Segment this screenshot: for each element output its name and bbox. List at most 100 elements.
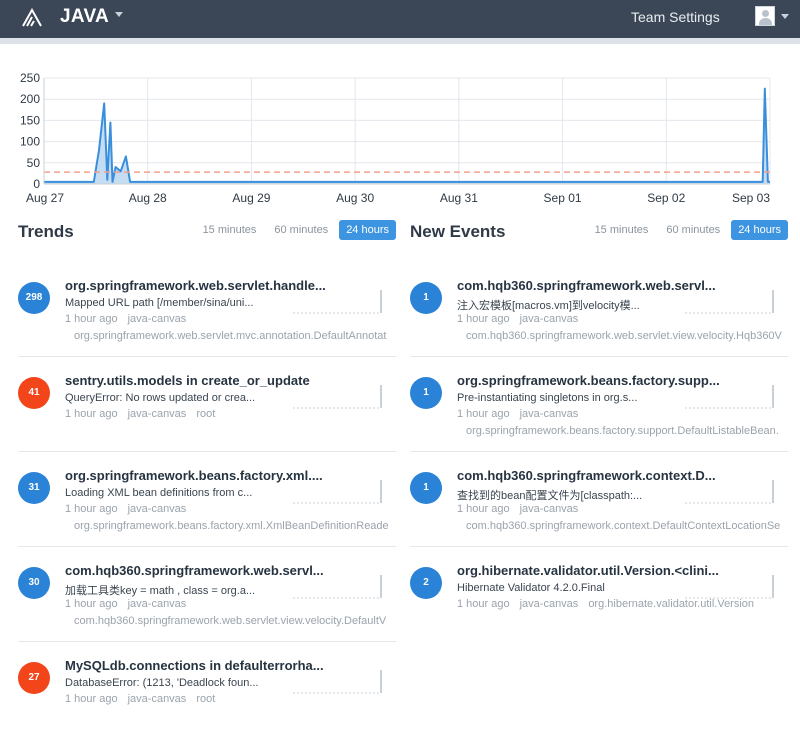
list-item[interactable]: 31 org.springframework.beans.factory.xml.… bbox=[18, 452, 396, 547]
event-time: 1 hour ago bbox=[65, 503, 118, 515]
event-count-badge[interactable]: 30 bbox=[18, 567, 50, 599]
project-name: JAVA bbox=[60, 6, 110, 27]
event-time: 1 hour ago bbox=[457, 598, 510, 610]
list-item[interactable]: 1 com.hqb360.springframework.context.D...… bbox=[410, 452, 788, 547]
event-sparkline bbox=[293, 480, 382, 504]
x-tick-label: Aug 31 bbox=[440, 191, 478, 205]
event-message: 加载工具类key = math , class = org.a... bbox=[65, 585, 256, 597]
event-sparkline bbox=[685, 385, 774, 409]
event-sparkline bbox=[293, 670, 382, 694]
event-meta: 1 hour ago java-canvas bbox=[457, 408, 588, 420]
event-project: java-canvas bbox=[519, 598, 579, 610]
new-events-tabs: 15 minutes 60 minutes 24 hours bbox=[584, 220, 788, 240]
event-time: 1 hour ago bbox=[457, 408, 510, 420]
event-time: 1 hour ago bbox=[65, 408, 118, 420]
event-message: QueryError: No rows updated or crea... bbox=[65, 392, 256, 404]
x-tick-label: Aug 27 bbox=[26, 191, 64, 205]
event-meta: 1 hour ago java-canvas bbox=[65, 503, 196, 515]
event-meta: 1 hour ago java-canvas root bbox=[65, 693, 225, 705]
event-culprit: com.hqb360.springframework.web.servlet.v… bbox=[466, 330, 782, 342]
event-count-badge[interactable]: 1 bbox=[410, 472, 442, 504]
event-meta: 1 hour ago java-canvas bbox=[457, 503, 588, 515]
chevron-down-icon bbox=[781, 14, 789, 19]
event-sparkline bbox=[685, 575, 774, 599]
project-selector[interactable]: JAVA bbox=[60, 6, 124, 28]
event-message: DatabaseError: (1213, 'Deadlock foun... bbox=[65, 677, 259, 689]
tab-15-minutes[interactable]: 15 minutes bbox=[196, 220, 264, 240]
event-culprit: com.hqb360.springframework.web.servlet.v… bbox=[74, 615, 387, 627]
x-tick-label: Aug 28 bbox=[129, 191, 167, 205]
event-project: java-canvas bbox=[127, 598, 187, 610]
event-time: 1 hour ago bbox=[457, 313, 510, 325]
trends-title: Trends bbox=[18, 222, 74, 241]
new-events-title: New Events bbox=[410, 222, 506, 241]
event-project: java-canvas bbox=[519, 408, 579, 420]
trends-tabs: 15 minutes 60 minutes 24 hours bbox=[192, 220, 396, 240]
trends-panel: Trends 15 minutes 60 minutes 24 hours 29… bbox=[18, 220, 396, 737]
event-time: 1 hour ago bbox=[65, 313, 118, 325]
event-message: 注入宏模板[macros.vm]到velocity模... bbox=[457, 300, 640, 312]
event-count-badge[interactable]: 1 bbox=[410, 282, 442, 314]
y-tick-label: 100 bbox=[20, 135, 40, 149]
tab-24-hours[interactable]: 24 hours bbox=[731, 220, 788, 240]
event-message: Mapped URL path [/member/sina/uni... bbox=[65, 297, 254, 309]
event-sparkline bbox=[685, 480, 774, 504]
list-item[interactable]: 41 sentry.utils.models in create_or_updat… bbox=[18, 357, 396, 452]
event-sparkline bbox=[293, 385, 382, 409]
sentry-logo-icon[interactable] bbox=[20, 6, 44, 30]
event-volume-chart: 0 50 100 150 200 250 Aug 27 Aug 28 Aug 29 Aug 30 A… bbox=[20, 71, 771, 205]
team-settings-link[interactable]: Team Settings bbox=[631, 9, 720, 25]
x-tick-label: Sep 03 bbox=[732, 191, 770, 205]
x-tick-label: Aug 30 bbox=[336, 191, 374, 205]
event-project: java-canvas bbox=[519, 503, 579, 515]
y-tick-label: 250 bbox=[20, 71, 40, 85]
event-project: java-canvas bbox=[127, 408, 187, 420]
list-item[interactable]: 27 MySQLdb.connections in defaulterrorha.… bbox=[18, 642, 396, 737]
event-message: Loading XML bean definitions from c... bbox=[65, 487, 253, 499]
event-count-badge[interactable]: 1 bbox=[410, 377, 442, 409]
event-meta: 1 hour ago java-canvas bbox=[457, 313, 588, 325]
new-events-panel: New Events 15 minutes 60 minutes 24 hour… bbox=[410, 220, 788, 642]
tab-15-minutes[interactable]: 15 minutes bbox=[588, 220, 656, 240]
event-meta: 1 hour ago java-canvas root bbox=[65, 408, 225, 420]
event-extra: org.hibernate.validator.util.Version bbox=[588, 598, 755, 610]
list-item[interactable]: 2 org.hibernate.validator.util.Version.<c… bbox=[410, 547, 788, 642]
top-bar-shadow bbox=[0, 38, 800, 44]
trends-list: 298 org.springframework.web.servlet.handl… bbox=[18, 262, 396, 737]
event-message: 查找到的bean配置文件为[classpath:... bbox=[457, 490, 643, 502]
x-tick-label: Aug 29 bbox=[232, 191, 270, 205]
event-project: java-canvas bbox=[127, 503, 187, 515]
event-count-badge[interactable]: 31 bbox=[18, 472, 50, 504]
x-tick-label: Sep 02 bbox=[647, 191, 685, 205]
event-count-badge[interactable]: 2 bbox=[410, 567, 442, 599]
top-bar: JAVA Team Settings bbox=[0, 0, 800, 38]
event-extra: root bbox=[196, 408, 216, 420]
list-item[interactable]: 1 org.springframework.beans.factory.supp.… bbox=[410, 357, 788, 452]
event-meta: 1 hour ago java-canvas org.hibernate.valid… bbox=[457, 598, 764, 610]
event-count-badge[interactable]: 41 bbox=[18, 377, 50, 409]
list-item[interactable]: 1 com.hqb360.springframework.web.servl...… bbox=[410, 262, 788, 357]
event-count-badge[interactable]: 298 bbox=[18, 282, 50, 314]
event-culprit: org.springframework.beans.factory.xml.Xm… bbox=[74, 520, 389, 532]
event-message: Hibernate Validator 4.2.0.Final bbox=[457, 582, 605, 594]
event-count-badge[interactable]: 27 bbox=[18, 662, 50, 694]
avatar[interactable] bbox=[755, 6, 775, 26]
event-meta: 1 hour ago java-canvas bbox=[65, 313, 196, 325]
event-extra: root bbox=[196, 693, 216, 705]
event-project: java-canvas bbox=[519, 313, 579, 325]
chevron-down-icon bbox=[115, 12, 124, 18]
tab-60-minutes[interactable]: 60 minutes bbox=[267, 220, 335, 240]
event-time: 1 hour ago bbox=[65, 693, 118, 705]
list-item[interactable]: 30 com.hqb360.springframework.web.servl..… bbox=[18, 547, 396, 642]
event-project: java-canvas bbox=[127, 313, 187, 325]
list-item[interactable]: 298 org.springframework.web.servlet.handl… bbox=[18, 262, 396, 357]
tab-24-hours[interactable]: 24 hours bbox=[339, 220, 396, 240]
y-tick-label: 150 bbox=[20, 113, 40, 127]
event-time: 1 hour ago bbox=[65, 598, 118, 610]
series-line bbox=[44, 87, 770, 183]
event-culprit: org.springframework.web.servlet.mvc.anno… bbox=[74, 330, 387, 342]
y-tick-label: 50 bbox=[27, 156, 41, 170]
event-time: 1 hour ago bbox=[457, 503, 510, 515]
tab-60-minutes[interactable]: 60 minutes bbox=[659, 220, 727, 240]
x-tick-label: Sep 01 bbox=[544, 191, 582, 205]
